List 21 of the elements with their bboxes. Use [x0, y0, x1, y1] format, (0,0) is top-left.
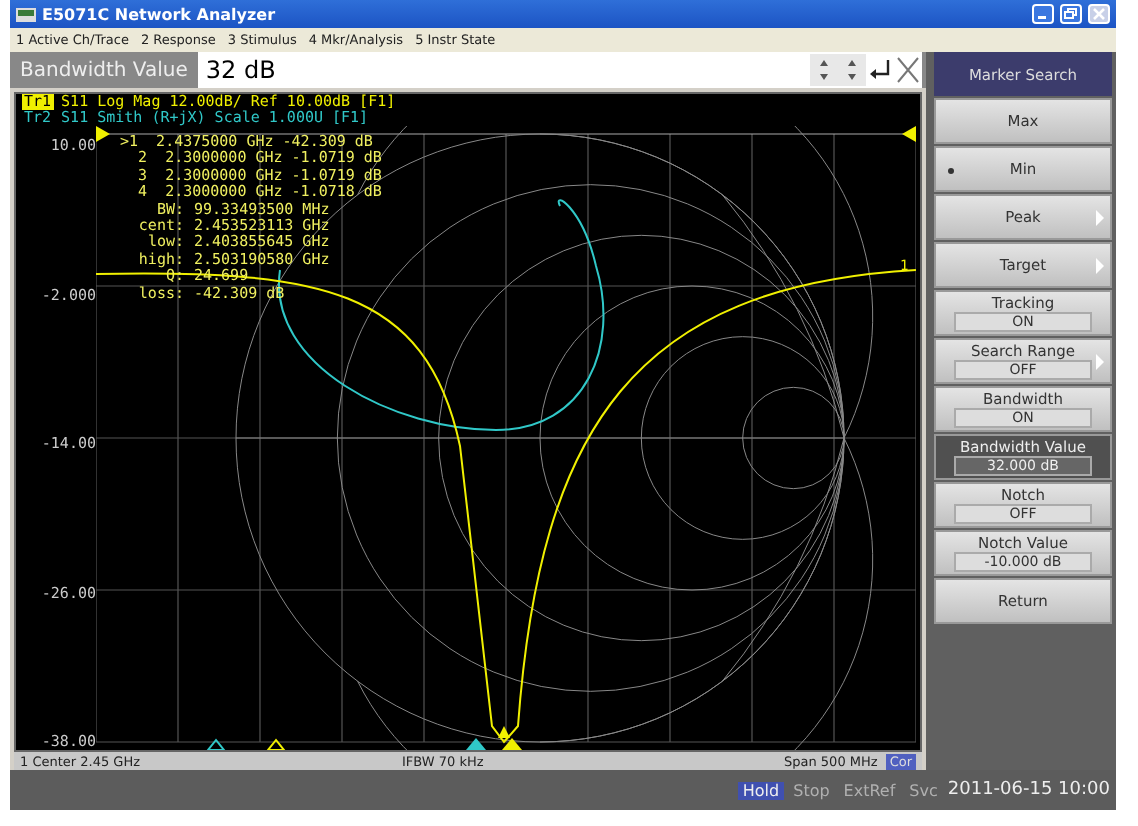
- window-title: E5071C Network Analyzer: [42, 5, 278, 23]
- submenu-arrow-icon: [1096, 258, 1104, 274]
- status-indicator: Hold: [738, 781, 784, 799]
- minimize-icon[interactable]: [1032, 4, 1054, 24]
- close-icon[interactable]: [894, 54, 922, 86]
- restore-icon[interactable]: [1060, 4, 1082, 24]
- ref-arrow-icon: [96, 126, 110, 142]
- status-indicator: ExtRef: [841, 781, 898, 799]
- spin-arrows-icon[interactable]: [838, 54, 866, 86]
- entry-field[interactable]: 32 dB: [197, 52, 922, 88]
- submenu-arrow-icon: [1096, 210, 1104, 226]
- status-indicator: Svc: [907, 781, 940, 799]
- date-time: 2011-06-15 10:00: [947, 780, 1110, 800]
- app-icon: [16, 7, 36, 21]
- status-indicator: Stop: [791, 781, 832, 799]
- submenu-arrow-icon: [1096, 354, 1104, 370]
- marker-icon: [265, 738, 287, 750]
- marker-icon: [205, 738, 227, 750]
- ref-arrow-icon: [902, 126, 916, 142]
- entry-label: Bandwidth Value: [18, 59, 190, 81]
- spin-arrows-icon[interactable]: [810, 54, 838, 86]
